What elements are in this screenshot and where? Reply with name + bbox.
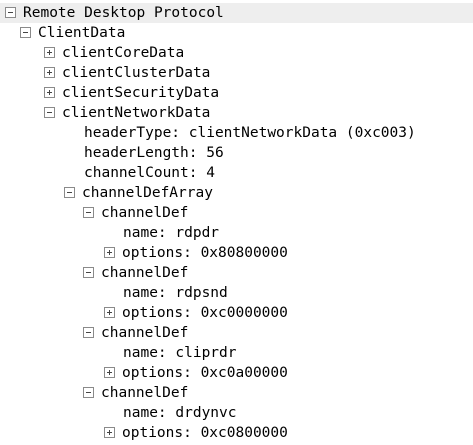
node-label: clientCoreData <box>62 45 185 61</box>
node-label: channelDef <box>101 325 189 341</box>
tree-field-channel-name[interactable]: name: rdpdr <box>0 223 219 243</box>
collapse-icon[interactable] <box>44 106 55 118</box>
field-text: name: drdynvc <box>123 405 237 421</box>
node-label: clientNetworkData <box>62 105 211 121</box>
node-label: options: 0x80800000 <box>122 245 288 261</box>
expand-icon[interactable] <box>44 86 55 98</box>
tree-node-channel-def[interactable]: channelDef <box>0 263 188 283</box>
tree-node-client-core-data[interactable]: clientCoreData <box>0 43 184 63</box>
collapse-icon[interactable] <box>83 386 94 398</box>
tree-field-channel-name[interactable]: name: cliprdr <box>0 343 237 363</box>
node-label: ClientData <box>38 25 126 41</box>
expand-icon[interactable] <box>104 426 115 438</box>
tree-field-channel-name[interactable]: name: drdynvc <box>0 403 237 423</box>
tree-node-channel-def[interactable]: channelDef <box>0 383 188 403</box>
expand-icon[interactable] <box>44 46 55 58</box>
node-label: channelDef <box>101 385 189 401</box>
node-label: options: 0xc0800000 <box>122 425 288 441</box>
tree-node-channel-def[interactable]: channelDef <box>0 203 188 223</box>
tree-node-remote-desktop-protocol[interactable]: Remote Desktop Protocol <box>0 3 473 23</box>
tree-node-client-security-data[interactable]: clientSecurityData <box>0 83 219 103</box>
tree-field-header-type[interactable]: headerType: clientNetworkData (0xc003) <box>0 123 416 143</box>
expand-icon[interactable] <box>44 66 55 78</box>
expand-icon[interactable] <box>104 246 115 258</box>
tree-node-client-data[interactable]: ClientData <box>0 23 125 43</box>
tree-node-channel-def[interactable]: channelDef <box>0 323 188 343</box>
tree-node-channel-options[interactable]: options: 0xc0000000 <box>0 303 288 323</box>
protocol-tree: Remote Desktop Protocol ClientData clien… <box>0 0 473 445</box>
tree-field-header-length[interactable]: headerLength: 56 <box>0 143 224 163</box>
node-label: channelDef <box>101 205 189 221</box>
expand-icon[interactable] <box>104 306 115 318</box>
tree-node-client-network-data[interactable]: clientNetworkData <box>0 103 210 123</box>
expand-icon[interactable] <box>104 366 115 378</box>
node-label: clientClusterData <box>62 65 211 81</box>
collapse-icon[interactable] <box>64 186 75 198</box>
tree-field-channel-count[interactable]: channelCount: 4 <box>0 163 215 183</box>
field-text: headerLength: 56 <box>84 145 224 161</box>
tree-field-channel-name[interactable]: name: rdpsnd <box>0 283 228 303</box>
node-label: options: 0xc0a00000 <box>122 365 288 381</box>
node-label: options: 0xc0000000 <box>122 305 288 321</box>
tree-node-channel-options[interactable]: options: 0x80800000 <box>0 243 288 263</box>
node-label: channelDef <box>101 265 189 281</box>
collapse-icon[interactable] <box>5 6 16 18</box>
field-text: channelCount: 4 <box>84 165 215 181</box>
collapse-icon[interactable] <box>83 266 94 278</box>
tree-node-client-cluster-data[interactable]: clientClusterData <box>0 63 210 83</box>
node-label: Remote Desktop Protocol <box>23 5 224 21</box>
collapse-icon[interactable] <box>20 26 31 38</box>
collapse-icon[interactable] <box>83 206 94 218</box>
field-text: headerType: clientNetworkData (0xc003) <box>84 125 416 141</box>
field-text: name: cliprdr <box>123 345 237 361</box>
node-label: clientSecurityData <box>62 85 220 101</box>
field-text: name: rdpdr <box>123 225 220 241</box>
tree-node-channel-def-array[interactable]: channelDefArray <box>0 183 213 203</box>
tree-node-channel-options[interactable]: options: 0xc0a00000 <box>0 363 288 383</box>
node-label: channelDefArray <box>82 185 213 201</box>
tree-node-channel-options[interactable]: options: 0xc0800000 <box>0 423 288 443</box>
field-text: name: rdpsnd <box>123 285 228 301</box>
collapse-icon[interactable] <box>83 326 94 338</box>
